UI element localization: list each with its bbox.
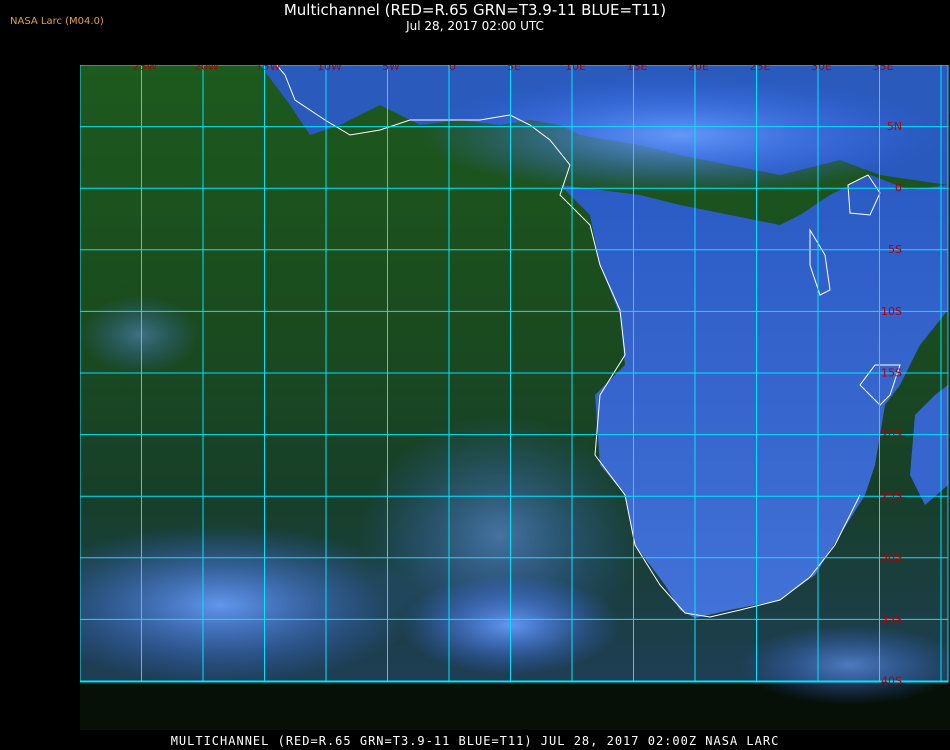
latitude-label: 20S: [881, 428, 902, 441]
longitude-label: 10E: [565, 65, 586, 73]
longitude-label: 35E: [873, 65, 894, 73]
cloud-patch-west: [80, 295, 200, 375]
longitude-label: 0: [449, 65, 456, 73]
footer-caption: MULTICHANNEL (RED=R.65 GRN=T3.9-11 BLUE=…: [170, 734, 780, 748]
cloud-band-north: [420, 75, 940, 195]
longitude-label: 10W: [317, 65, 342, 73]
satellite-map: 25W 20W 15W 10W 5W 0 5E 10E 15E 20E 25E 30E 35E 5N 0 5S…: [80, 65, 950, 730]
latitude-label: 35S: [881, 613, 902, 626]
latitude-label: 40S: [881, 674, 902, 687]
longitude-label: 5W: [382, 65, 400, 73]
longitude-label: 30E: [811, 65, 832, 73]
credit-label: NASA Larc (M04.0): [10, 16, 104, 27]
latitude-label: 5S: [888, 243, 902, 256]
map-svg: 25W 20W 15W 10W 5W 0 5E 10E 15E 20E 25E 30E 35E 5N 0 5S…: [80, 65, 950, 705]
latitude-label: 10S: [881, 305, 902, 318]
longitude-label: 20E: [688, 65, 709, 73]
longitude-label: 5E: [507, 65, 521, 73]
latitude-label: 0: [895, 182, 902, 195]
chart-subtitle: Jul 28, 2017 02:00 UTC: [406, 19, 544, 33]
title-block: Multichannel (RED=R.65 GRN=T3.9-11 BLUE=…: [0, 0, 950, 40]
latitude-label: 5N: [887, 120, 902, 133]
latitude-label: 25S: [881, 490, 902, 503]
latitude-label: 30S: [881, 551, 902, 564]
longitude-label: 15E: [627, 65, 648, 73]
chart-title: Multichannel (RED=R.65 GRN=T3.9-11 BLUE=…: [283, 1, 667, 19]
latitude-label: 15S: [881, 366, 902, 379]
longitude-label: 15W: [256, 65, 281, 73]
longitude-label: 25W: [133, 65, 158, 73]
cloud-patch-east: [740, 625, 950, 705]
longitude-label: 20W: [194, 65, 219, 73]
longitude-label: 25E: [750, 65, 771, 73]
